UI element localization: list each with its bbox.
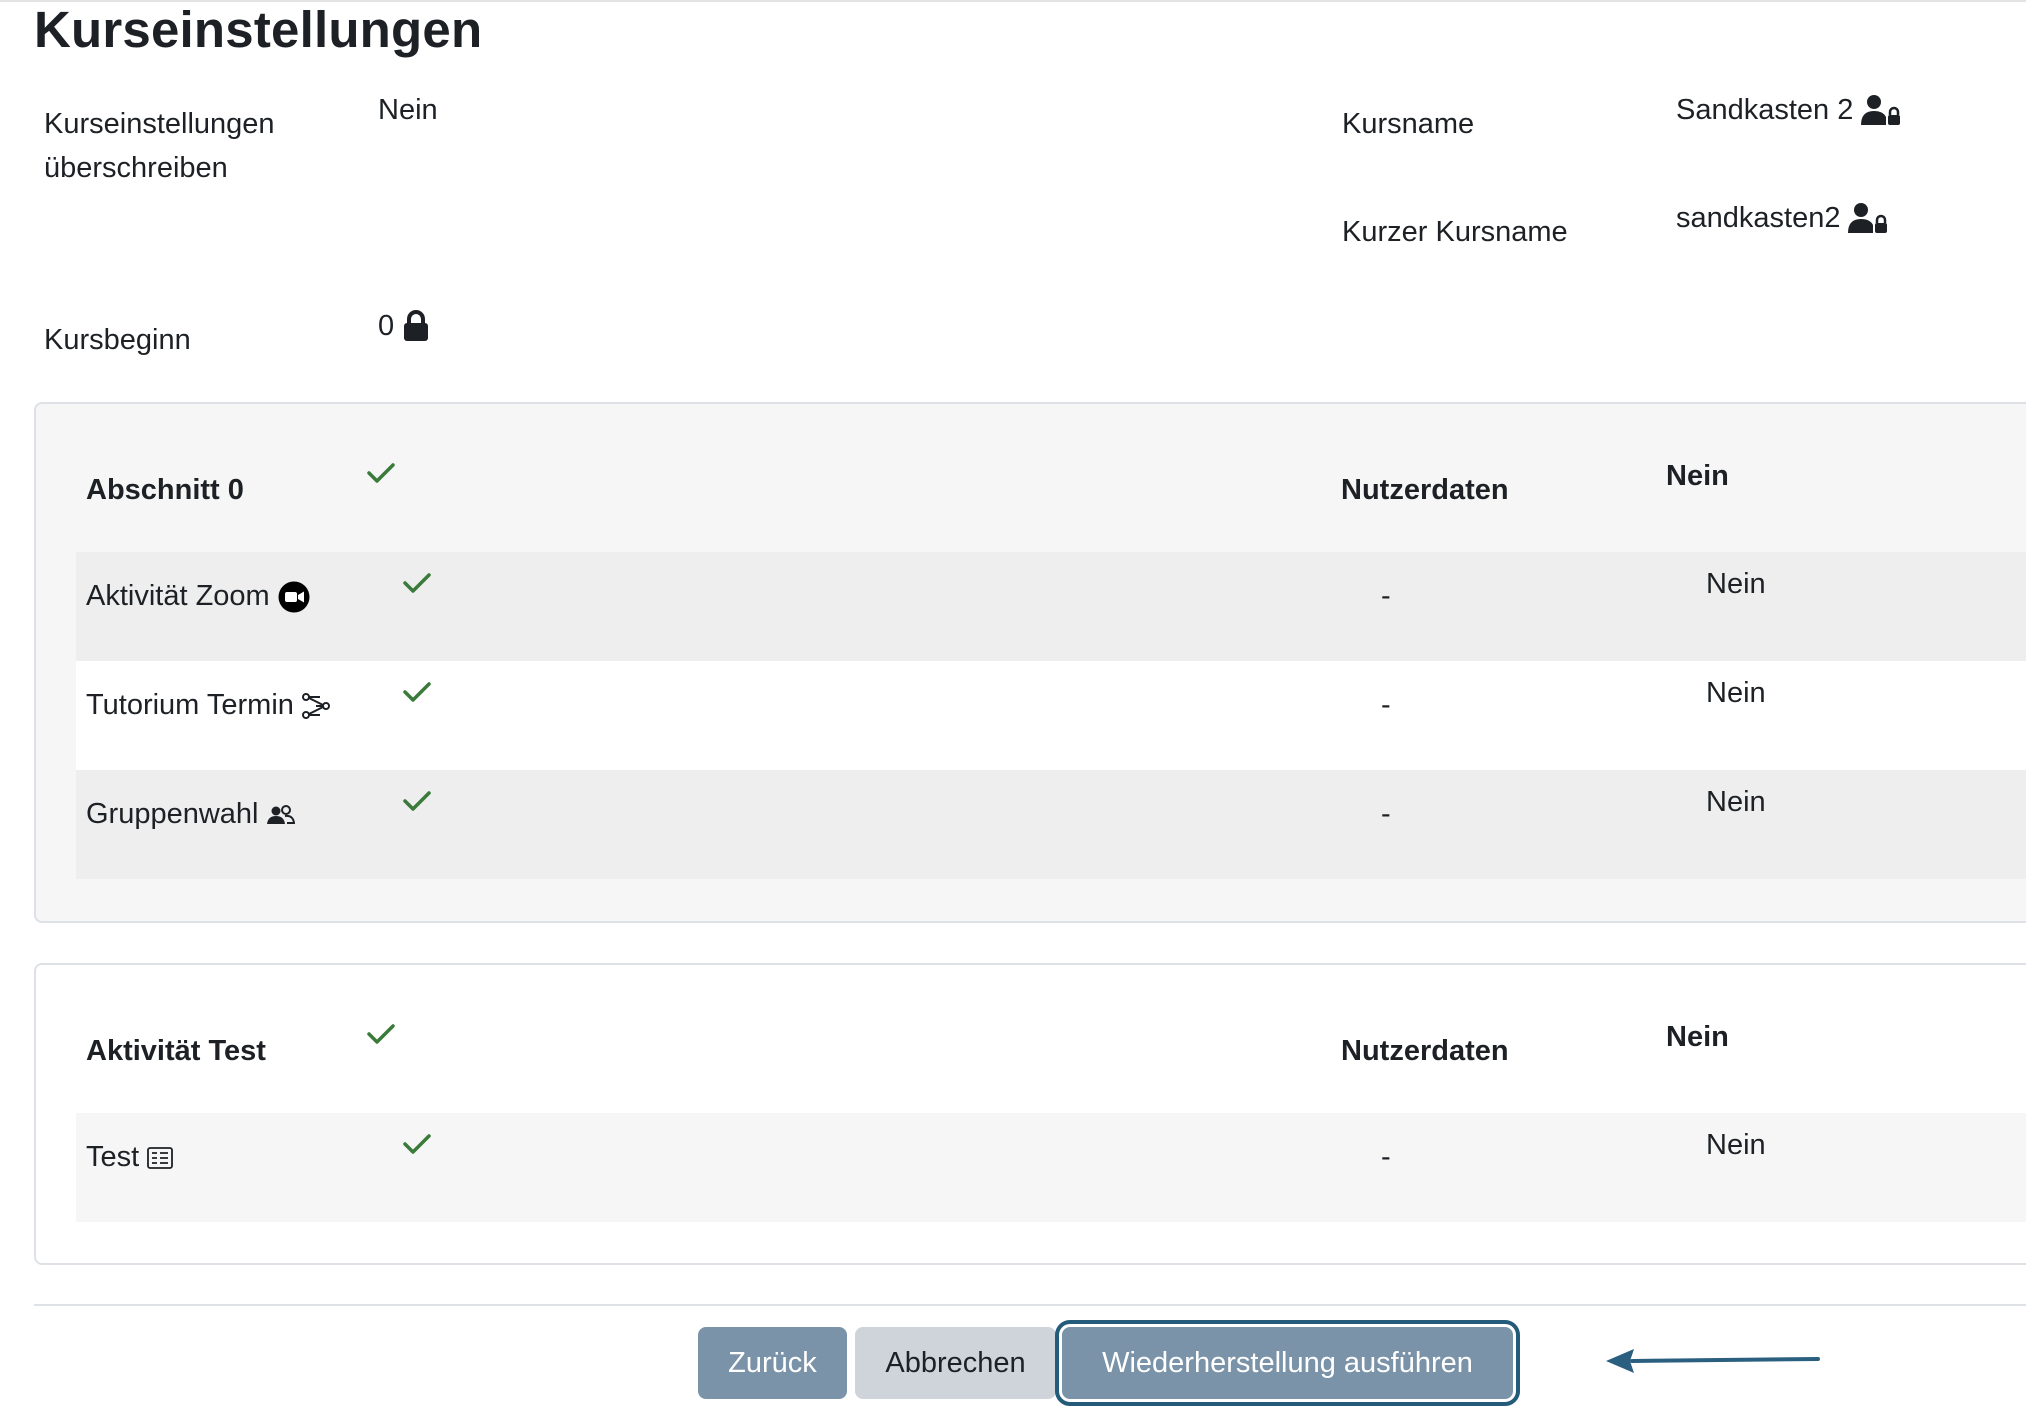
user-lock-icon [1848, 202, 1888, 234]
course-start-value-text: 0 [378, 310, 395, 342]
overwrite-settings-label-line2: überschreiben [44, 152, 228, 184]
section-panel-abschnitt-0: Abschnitt 0 Nutzerdaten Nein Aktivität Z… [34, 402, 2026, 923]
short-name-label: Kurzer Kursname [1342, 216, 1568, 248]
row-value: Nein [1706, 1129, 1766, 1161]
section-header-name: Aktivität Test [86, 1035, 266, 1067]
row-name-text: Aktivität Zoom [86, 580, 270, 612]
overwrite-settings-value-text: Nein [378, 94, 438, 126]
row-name: Tutorium Termin [86, 689, 330, 722]
check-icon [366, 460, 396, 493]
short-name-value: sandkasten2 [1676, 198, 1888, 238]
group-choice-icon [266, 804, 295, 826]
page-title: Kurseinstellungen [34, 1, 483, 58]
row-userdata: - [1381, 689, 1391, 721]
row-value: Nein [1706, 568, 1766, 600]
section-panel-aktivitaet-test: Aktivität Test Nutzerdaten Nein Test - N… [34, 963, 2026, 1265]
check-icon [402, 679, 432, 712]
short-name-value-text: sandkasten2 [1676, 202, 1841, 234]
lock-icon [402, 310, 430, 342]
user-lock-icon [1861, 94, 1901, 126]
row-name-text: Tutorium Termin [86, 689, 294, 721]
arrow-left-icon [1604, 1346, 1822, 1383]
cancel-button[interactable]: Abbrechen [855, 1327, 1056, 1399]
table-row: Test - Nein [76, 1113, 2026, 1222]
overwrite-settings-label-line1: Kurseinstellungen [44, 108, 275, 140]
row-name: Gruppenwahl [86, 798, 295, 831]
row-value: Nein [1706, 677, 1766, 709]
section-header-name: Abschnitt 0 [86, 474, 244, 506]
section-header-userdata-label: Nutzerdaten [1341, 1035, 1509, 1067]
check-icon [402, 788, 432, 821]
check-icon [402, 1131, 432, 1164]
course-start-value: 0 [378, 306, 430, 346]
run-restore-button[interactable]: Wiederherstellung ausführen [1055, 1320, 1520, 1406]
back-button[interactable]: Zurück [698, 1327, 847, 1399]
row-userdata: - [1381, 798, 1391, 830]
row-name-text: Gruppenwahl [86, 798, 259, 830]
section-header-value: Nein [1666, 460, 1729, 492]
course-start-label: Kursbeginn [44, 324, 191, 356]
course-name-value-text: Sandkasten 2 [1676, 94, 1854, 126]
row-value: Nein [1706, 786, 1766, 818]
table-row: Aktivität Zoom - Nein [76, 552, 2026, 661]
row-name: Test [86, 1141, 174, 1174]
row-name: Aktivität Zoom [86, 580, 310, 613]
overwrite-settings-label: Kurseinstellungen überschreiben [44, 102, 275, 190]
zoom-icon [278, 581, 310, 613]
check-icon [402, 570, 432, 603]
overwrite-settings-value: Nein [378, 90, 438, 130]
footer-divider [34, 1304, 2026, 1306]
course-name-value: Sandkasten 2 [1676, 90, 1901, 130]
scheduler-icon [301, 692, 330, 719]
row-userdata: - [1381, 580, 1391, 612]
section-header-userdata-label: Nutzerdaten [1341, 474, 1509, 506]
section-header-value: Nein [1666, 1021, 1729, 1053]
table-row: Gruppenwahl - Nein [76, 770, 2026, 879]
quiz-icon [147, 1146, 174, 1169]
course-name-label: Kursname [1342, 108, 1475, 140]
table-row: Tutorium Termin - Nein [76, 661, 2026, 770]
row-name-text: Test [86, 1141, 140, 1173]
check-icon [366, 1021, 396, 1054]
row-userdata: - [1381, 1141, 1391, 1173]
